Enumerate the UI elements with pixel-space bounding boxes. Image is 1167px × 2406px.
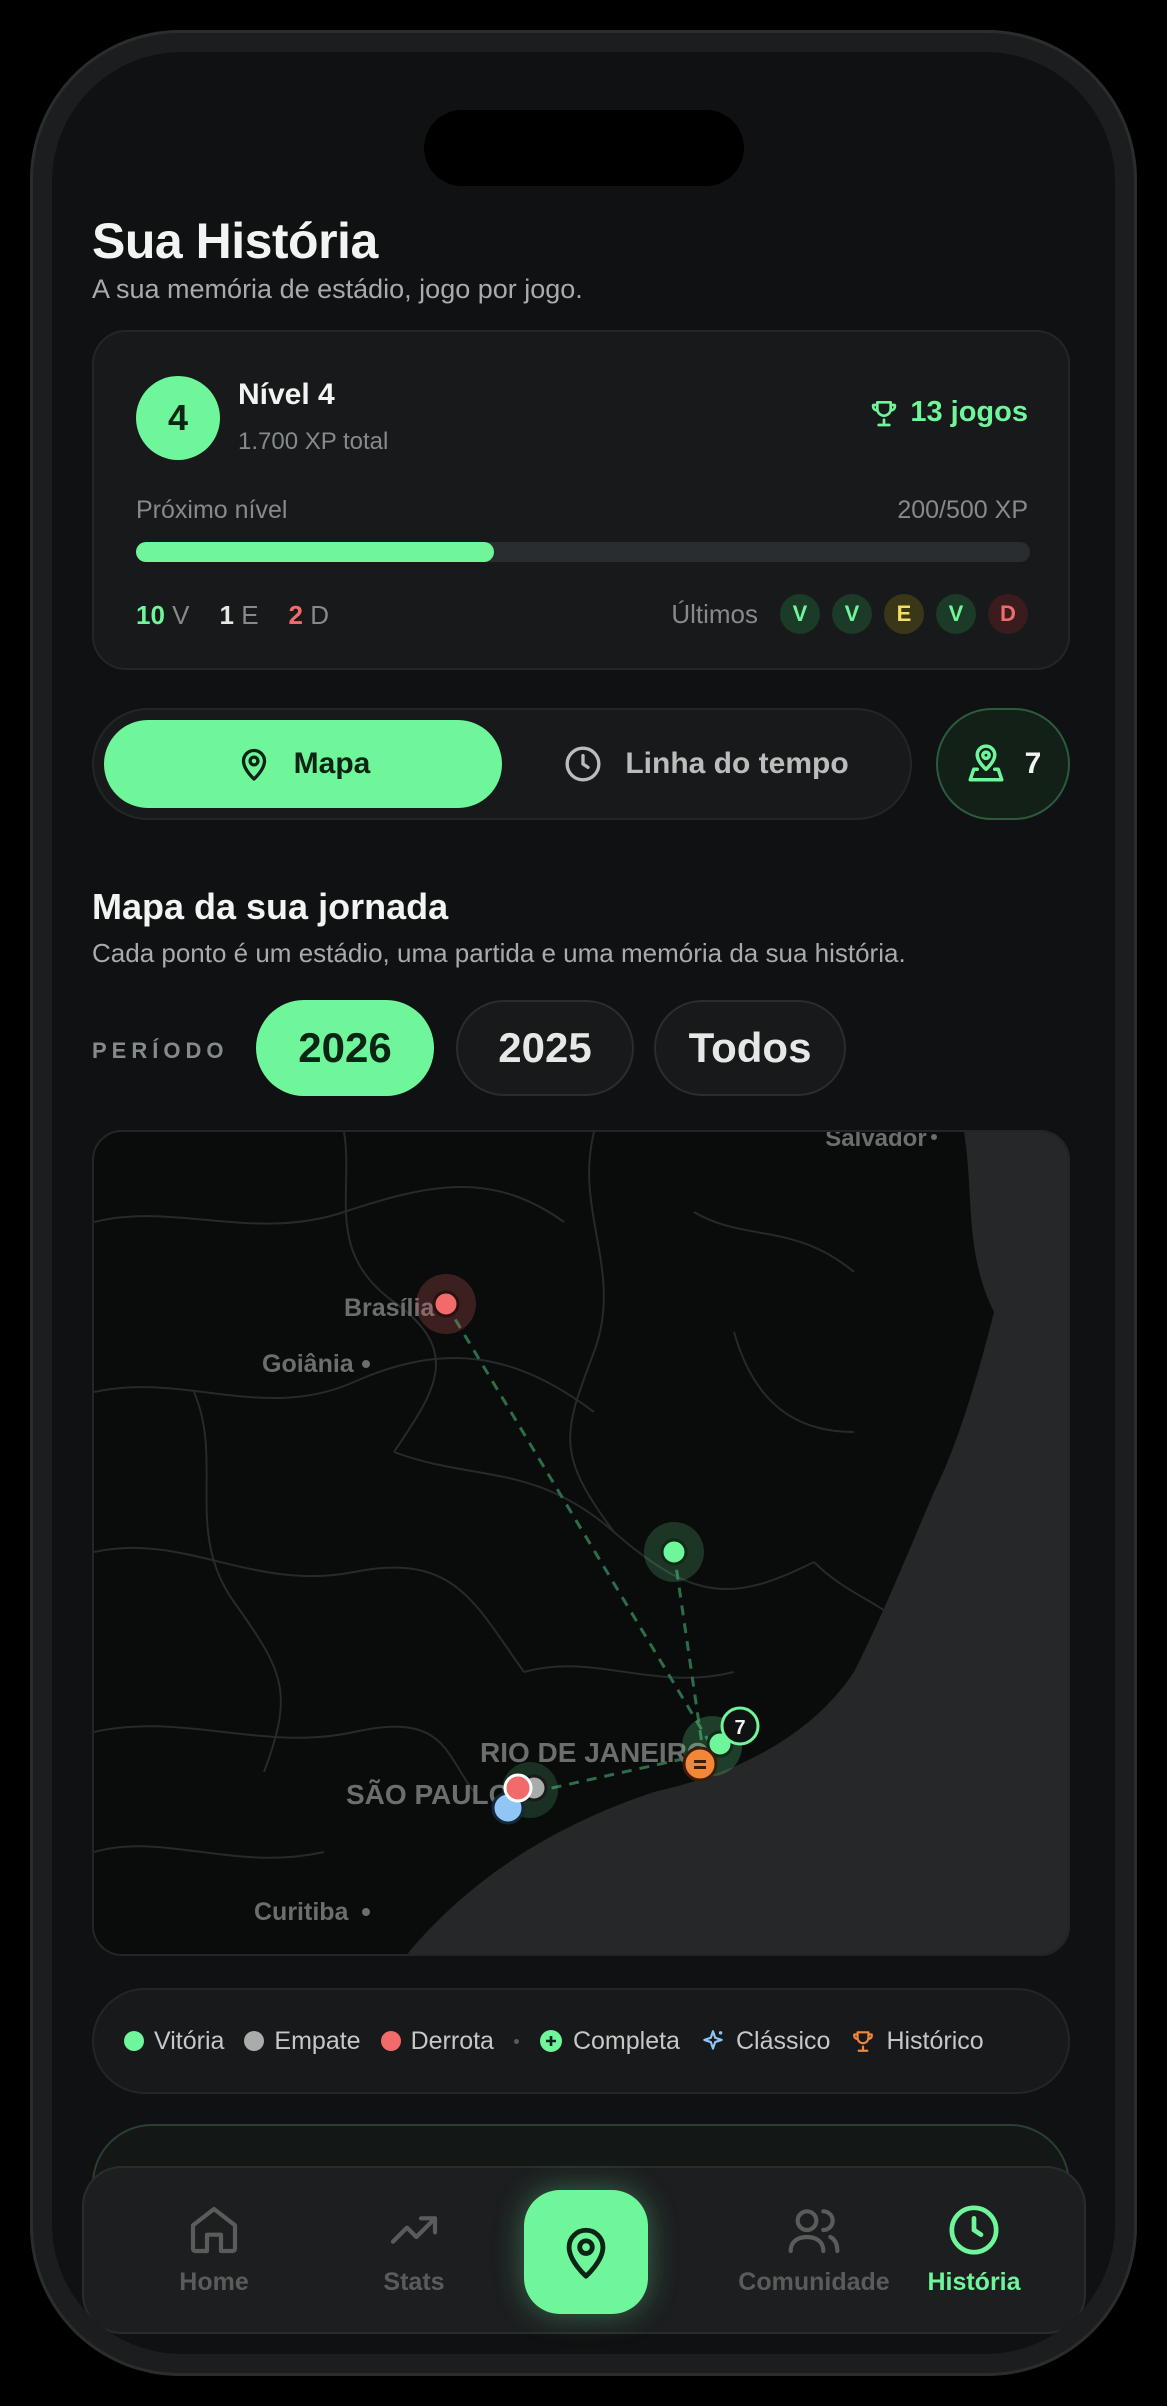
- legend-complete-label: Completa: [572, 2026, 680, 2055]
- result-chip: E: [884, 594, 924, 634]
- legend-win-label: Vitória: [154, 2026, 225, 2055]
- period-label: PERÍODO: [92, 1038, 229, 1063]
- marker-minas[interactable]: [644, 1522, 704, 1582]
- tab-timeline-label: Linha do tempo: [625, 747, 849, 780]
- city-label-curitiba: Curitiba: [254, 1898, 350, 1926]
- city-label-salvador: Salvador: [825, 1132, 926, 1152]
- stadiums-count: 7: [1024, 747, 1042, 780]
- clock-icon: [949, 2205, 999, 2255]
- map-pin-icon: [566, 2227, 606, 2279]
- legend-draw: Empate: [244, 2026, 361, 2056]
- draws-label: E: [241, 600, 259, 630]
- games-count: 13 jogos: [868, 396, 1028, 429]
- legend-separator: [513, 2038, 519, 2044]
- next-level-value: 200/500 XP: [897, 496, 1028, 524]
- map-section-subtitle: Cada ponto é um estádio, uma partida e u…: [92, 938, 906, 968]
- plus-circle-icon: [539, 2030, 562, 2052]
- trophy-icon: [853, 2031, 874, 2052]
- losses-record: 2 D: [289, 600, 329, 631]
- marker-sao-paulo[interactable]: [491, 1762, 558, 1825]
- city-label-rio: RIO DE JANEIRO: [480, 1737, 709, 1768]
- city-dot: [362, 1908, 370, 1916]
- phone-frame: Sua História A sua memória de estádio, j…: [30, 30, 1137, 2376]
- legend-loss: Derrota: [380, 2026, 494, 2056]
- result-chip: D: [988, 594, 1028, 634]
- city-dot: [931, 1134, 937, 1140]
- period-all[interactable]: Todos: [654, 1000, 846, 1096]
- user-location-icon: [968, 744, 1004, 782]
- level-card: 4 Nível 4 1.700 XP total 13 jogos Próxim…: [92, 330, 1070, 670]
- wins-count: 10: [136, 600, 165, 630]
- legend-classic-label: Clássico: [735, 2026, 831, 2055]
- ocean-area: [407, 1132, 1068, 1954]
- period-2026[interactable]: 2026: [256, 1000, 434, 1096]
- bottom-navigation: Home Stats Comunidade História: [82, 2166, 1086, 2334]
- level-badge: 4: [136, 376, 220, 460]
- xp-progress-bar: [136, 542, 1030, 562]
- cluster-count: 7: [734, 1717, 745, 1739]
- legend-historic: Histórico: [850, 2026, 984, 2056]
- last-results: Últimos V V E V D: [671, 594, 1028, 634]
- map-pin-icon: [241, 748, 266, 781]
- legend-classic: Clássico: [700, 2027, 830, 2056]
- nav-community[interactable]: Comunidade: [724, 2202, 904, 2297]
- nav-home[interactable]: Home: [124, 2202, 304, 2297]
- stadiums-button[interactable]: 7: [936, 708, 1070, 820]
- xp-total: 1.700 XP total: [238, 428, 389, 455]
- losses-count: 2: [288, 600, 304, 630]
- games-count-label: 13 jogos: [910, 396, 1028, 428]
- period-2025[interactable]: 2025: [456, 1000, 634, 1096]
- legend-loss-label: Derrota: [410, 2026, 494, 2055]
- home-icon: [190, 2206, 238, 2254]
- tab-map[interactable]: Mapa: [104, 720, 502, 808]
- level-title: Nível 4: [238, 378, 335, 411]
- tab-timeline[interactable]: Linha do tempo: [508, 720, 904, 808]
- map-canvas: Salvador Brasília Goiânia RIO DE JANEIRO…: [94, 1132, 1068, 1954]
- trending-up-icon: [390, 2216, 438, 2244]
- nav-home-label: Home: [179, 2268, 249, 2296]
- map-legend: Vitória Empate Derrota Completa Clássico…: [92, 1988, 1070, 2094]
- result-chip: V: [936, 594, 976, 634]
- dynamic-island: [424, 110, 744, 186]
- wins-record: 10 V: [136, 600, 190, 631]
- screen: Sua História A sua memória de estádio, j…: [52, 52, 1115, 2354]
- losses-label: D: [310, 600, 330, 630]
- page-subtitle: A sua memória de estádio, jogo por jogo.: [92, 274, 583, 304]
- journey-map[interactable]: Salvador Brasília Goiânia RIO DE JANEIRO…: [92, 1130, 1070, 1956]
- draw-dot: [244, 2031, 265, 2051]
- users-icon: [788, 2209, 840, 2254]
- legend-historic-label: Histórico: [886, 2026, 984, 2055]
- marker-brasilia[interactable]: [416, 1274, 476, 1334]
- nav-checkin-button[interactable]: [524, 2190, 648, 2314]
- loss-dot: [380, 2031, 401, 2051]
- result-chip: V: [832, 594, 872, 634]
- legend-draw-label: Empate: [274, 2026, 361, 2055]
- nav-history[interactable]: História: [884, 2202, 1064, 2297]
- last-results-label: Últimos: [671, 598, 758, 629]
- sparkle-icon: [703, 2030, 723, 2050]
- xp-progress-fill: [136, 542, 494, 562]
- record-summary: 10 V 1 E 2 D: [136, 600, 329, 631]
- page-title: Sua História: [92, 213, 378, 269]
- wins-label: V: [172, 600, 190, 630]
- nav-community-label: Comunidade: [738, 2268, 890, 2296]
- view-toggle: Mapa Linha do tempo: [92, 708, 912, 820]
- result-chip: V: [780, 594, 820, 634]
- draws-record: 1 E: [220, 600, 259, 631]
- draws-count: 1: [219, 600, 234, 630]
- city-label-goiania: Goiânia: [262, 1350, 355, 1378]
- city-label-sao-paulo: SÃO PAULO: [346, 1779, 510, 1810]
- trophy-icon: [872, 400, 897, 426]
- city-dot: [362, 1360, 370, 1368]
- map-section-title: Mapa da sua jornada: [92, 886, 449, 927]
- next-level-label: Próximo nível: [136, 496, 288, 524]
- tab-map-label: Mapa: [293, 747, 371, 780]
- legend-win: Vitória: [124, 2027, 224, 2056]
- nav-history-label: História: [927, 2268, 1021, 2296]
- clock-icon: [565, 746, 601, 782]
- legend-complete: Completa: [539, 2027, 680, 2056]
- nav-stats[interactable]: Stats: [324, 2202, 504, 2297]
- nav-stats-label: Stats: [383, 2268, 445, 2296]
- win-dot: [124, 2031, 144, 2051]
